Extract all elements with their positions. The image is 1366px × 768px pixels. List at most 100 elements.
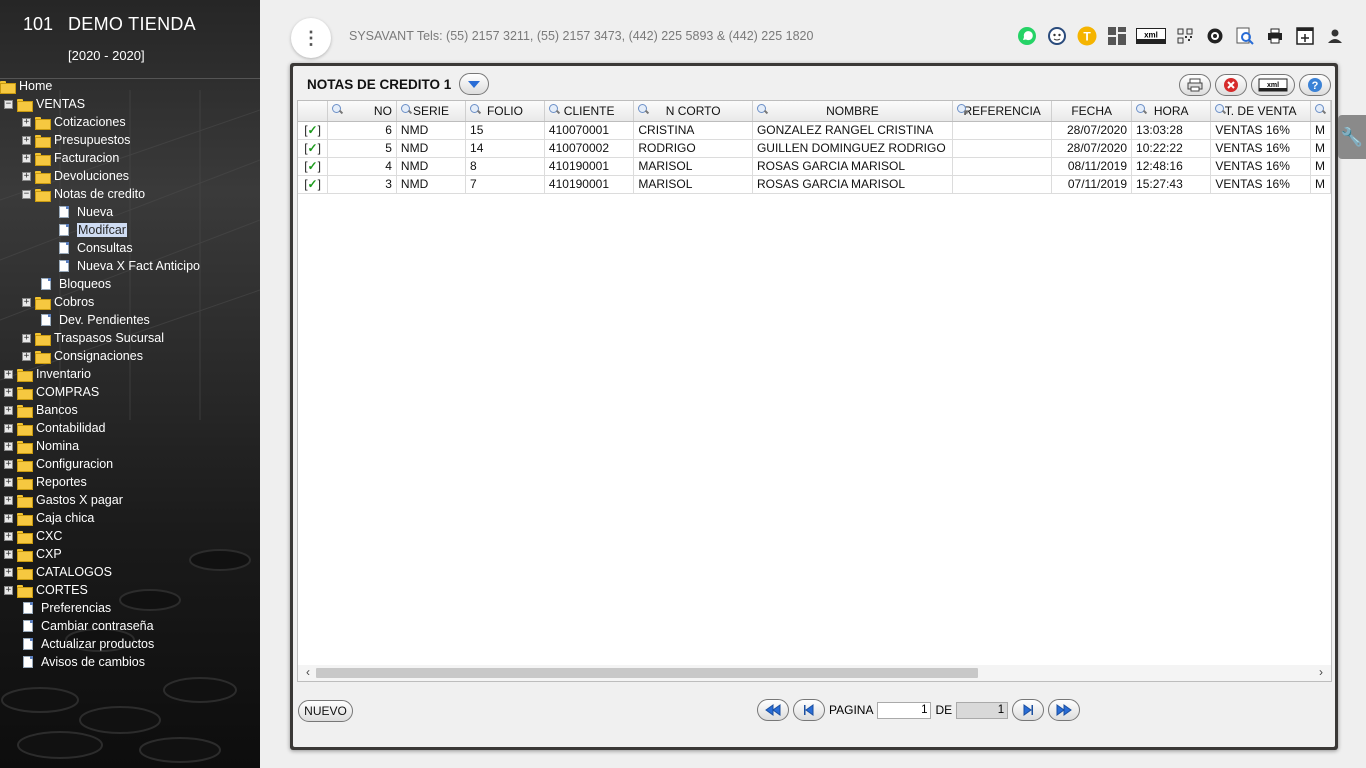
expand-icon[interactable]: +: [4, 549, 13, 559]
expand-icon[interactable]: +: [4, 423, 13, 433]
col-cliente-header[interactable]: CLIENTE: [544, 101, 635, 122]
row-checkbox[interactable]: [✓]: [304, 159, 321, 173]
col-fecha-header[interactable]: FECHA: [1051, 101, 1133, 122]
expand-icon[interactable]: +: [22, 117, 31, 127]
search-icon[interactable]: [470, 104, 481, 115]
tree-contabilidad[interactable]: + Contabilidad: [4, 419, 106, 437]
window-dropdown-button[interactable]: [459, 73, 489, 95]
tree-consultas[interactable]: Consultas: [40, 239, 133, 257]
tree-bancos[interactable]: + Bancos: [4, 401, 78, 419]
tree-devoluciones[interactable]: + Devoluciones: [22, 167, 129, 185]
expand-icon[interactable]: +: [22, 333, 31, 343]
first-page-button[interactable]: [757, 699, 789, 721]
expand-icon[interactable]: +: [4, 405, 13, 415]
user-icon[interactable]: [1324, 25, 1346, 47]
row-checkbox[interactable]: [✓]: [304, 123, 321, 137]
printer-icon[interactable]: [1264, 25, 1286, 47]
col-hora-header[interactable]: HORA: [1131, 101, 1212, 122]
expand-icon[interactable]: +: [4, 459, 13, 469]
tree-compras[interactable]: + COMPRAS: [4, 383, 99, 401]
help-button[interactable]: ?: [1299, 74, 1331, 96]
tree-configuracion[interactable]: + Configuracion: [4, 455, 113, 473]
col-folio-header[interactable]: FOLIO: [465, 101, 545, 122]
tree-cambiar-contrasena[interactable]: Cambiar contraseña: [4, 617, 154, 635]
tree-nueva-x-fact-anticipo[interactable]: Nueva X Fact Anticipo: [40, 257, 200, 275]
tree-reportes[interactable]: + Reportes: [4, 473, 87, 491]
next-page-button[interactable]: [1012, 699, 1045, 721]
search-icon[interactable]: [1215, 104, 1226, 115]
tree-cotizaciones[interactable]: + Cotizaciones: [22, 113, 126, 131]
scrollbar-thumb[interactable]: [316, 668, 978, 678]
settings-wrench-tab[interactable]: 🔧: [1338, 115, 1366, 159]
tree-gastos-x-pagar[interactable]: + Gastos X pagar: [4, 491, 123, 509]
tree-notas-de-credito[interactable]: − Notas de credito: [22, 185, 145, 203]
expand-icon[interactable]: +: [4, 513, 13, 523]
expand-icon[interactable]: +: [22, 171, 31, 181]
collapse-icon[interactable]: −: [4, 99, 13, 109]
tree-ventas[interactable]: − VENTAS: [4, 95, 85, 113]
t-badge-icon[interactable]: T: [1076, 25, 1098, 47]
settings-icon[interactable]: [1204, 25, 1226, 47]
expand-icon[interactable]: +: [4, 387, 13, 397]
expand-icon[interactable]: +: [22, 351, 31, 361]
expand-icon[interactable]: +: [22, 135, 31, 145]
col-t-de-venta-header[interactable]: T. DE VENTA: [1210, 101, 1311, 122]
tree-cortes[interactable]: + CORTES: [4, 581, 88, 599]
table-row[interactable]: [✓] 3 NMD 7 410190001 MARISOL ROSAS GARCIA MAR…: [298, 175, 1331, 194]
tree-cxp[interactable]: + CXP: [4, 545, 62, 563]
previous-page-button[interactable]: [793, 699, 825, 721]
tree-cxc[interactable]: + CXC: [4, 527, 62, 545]
scroll-left-arrow-icon[interactable]: ‹: [300, 665, 316, 681]
col-n-corto-header[interactable]: N CORTO: [633, 101, 753, 122]
table-row[interactable]: [✓] 5 NMD 14 410070002 RODRIGO GUILLEN DOMINGU…: [298, 139, 1331, 158]
tree-dev-pendientes[interactable]: Dev. Pendientes: [22, 311, 150, 329]
tree-consignaciones[interactable]: + Consignaciones: [22, 347, 143, 365]
tree-nomina[interactable]: + Nomina: [4, 437, 79, 455]
tree-nueva[interactable]: Nueva: [40, 203, 113, 221]
tree-catalogos[interactable]: + CATALOGOS: [4, 563, 112, 581]
col-check-header[interactable]: [298, 101, 329, 122]
tree-traspasos-sucursal[interactable]: + Traspasos Sucursal: [22, 329, 164, 347]
scroll-right-arrow-icon[interactable]: ›: [1313, 665, 1329, 681]
whatsapp-icon[interactable]: [1016, 25, 1038, 47]
expand-icon[interactable]: +: [4, 495, 13, 505]
col-check-cell[interactable]: [✓]: [298, 175, 329, 194]
tree-home[interactable]: Home: [0, 77, 52, 95]
tree-inventario[interactable]: + Inventario: [4, 365, 91, 383]
col-check-cell[interactable]: [✓]: [298, 157, 329, 176]
page-number-input[interactable]: 1: [877, 701, 932, 719]
search-icon[interactable]: [548, 104, 560, 115]
table-row[interactable]: [✓] 4 NMD 8 410190001 MARISOL ROSAS GARCIA MAR…: [298, 157, 1331, 176]
more-menu-button[interactable]: ⋮: [291, 18, 331, 58]
search-document-icon[interactable]: [1234, 25, 1256, 47]
expand-icon[interactable]: +: [22, 297, 31, 307]
search-icon[interactable]: [638, 104, 649, 115]
expand-icon[interactable]: +: [4, 585, 13, 595]
tree-preferencias[interactable]: Preferencias: [4, 599, 111, 617]
col-extra-header[interactable]: [1310, 101, 1331, 122]
search-icon[interactable]: [956, 104, 968, 115]
tree-facturacion[interactable]: + Facturacion: [22, 149, 119, 167]
tree-presupuestos[interactable]: + Presupuestos: [22, 131, 130, 149]
xml-button[interactable]: xml: [1251, 74, 1295, 96]
col-no-header[interactable]: NO: [327, 101, 397, 122]
tree-actualizar-productos[interactable]: Actualizar productos: [4, 635, 154, 653]
support-icon[interactable]: [1046, 25, 1068, 47]
tree-avisos-de-cambios[interactable]: Avisos de cambios: [4, 653, 145, 671]
search-icon[interactable]: [756, 104, 768, 115]
expand-icon[interactable]: +: [4, 441, 13, 451]
row-checkbox[interactable]: [✓]: [304, 177, 321, 191]
search-icon[interactable]: [332, 104, 343, 115]
xml-icon[interactable]: xml: [1136, 25, 1166, 47]
expand-icon[interactable]: +: [4, 369, 13, 379]
dashboard-icon[interactable]: [1106, 25, 1128, 47]
close-button[interactable]: [1215, 74, 1247, 96]
expand-icon[interactable]: +: [22, 153, 31, 163]
last-page-button[interactable]: [1048, 699, 1081, 721]
col-serie-header[interactable]: SERIE: [396, 101, 467, 122]
expand-icon[interactable]: +: [4, 477, 13, 487]
nuevo-button[interactable]: NUEVO: [298, 700, 353, 722]
col-nombre-header[interactable]: NOMBRE: [752, 101, 953, 122]
print-button[interactable]: [1179, 74, 1211, 96]
window-add-icon[interactable]: [1294, 25, 1316, 47]
